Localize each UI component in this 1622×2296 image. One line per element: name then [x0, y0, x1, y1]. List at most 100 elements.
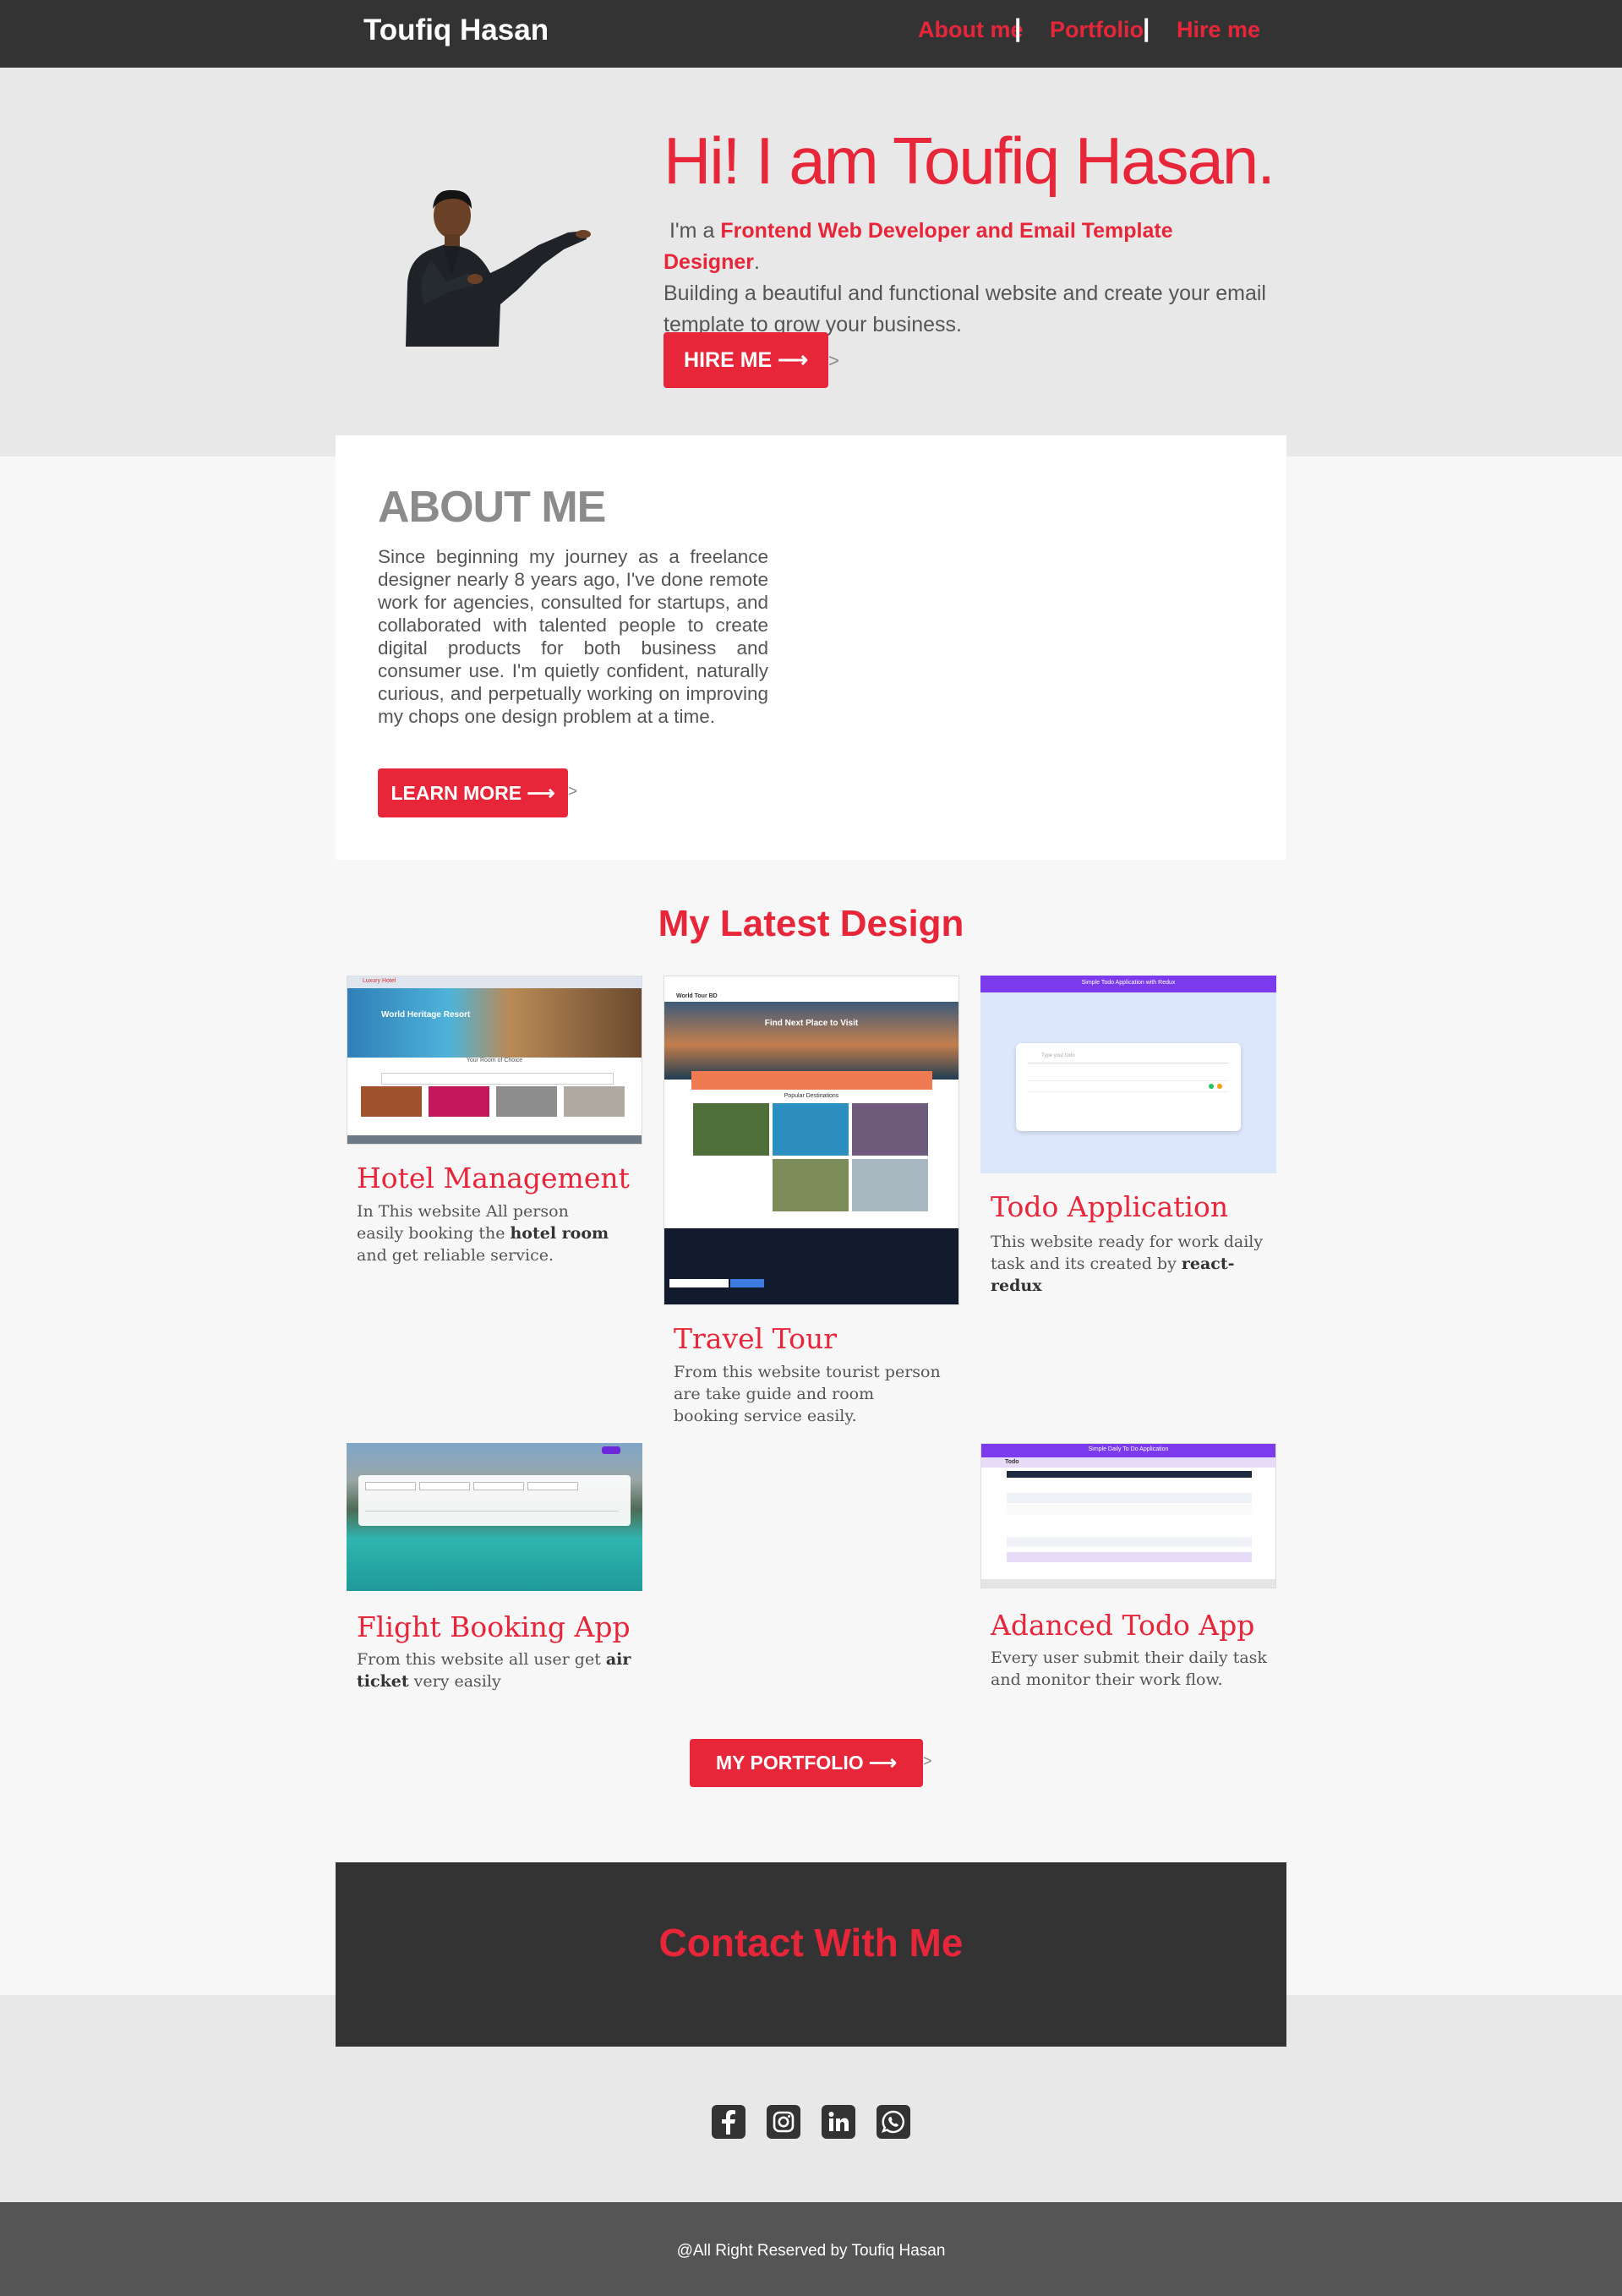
thumb-header-title: Simple Daily To Do Application — [1088, 1446, 1169, 1452]
project-desc: This website ready for work daily task a… — [991, 1231, 1274, 1297]
about-text: Since beginning my journey as a freelanc… — [378, 546, 768, 727]
button-tail: > — [828, 350, 839, 371]
about-title: ABOUT ME — [378, 483, 606, 532]
desc-bold: hotel room — [510, 1224, 609, 1243]
desc-text: From this website tourist person are tak… — [674, 1363, 941, 1425]
thumb-table-row — [1007, 1493, 1252, 1503]
thumb-room-3 — [496, 1086, 557, 1117]
intro-rest: Building a beautiful and functional webs… — [664, 282, 1266, 336]
thumb-footer — [981, 1579, 1275, 1588]
thumb-footer — [664, 1228, 958, 1304]
contact-section: Contact With Me — [336, 1862, 1286, 2047]
nav-portfolio[interactable]: Portfolio — [1050, 17, 1144, 43]
thumb-login-button — [602, 1446, 620, 1454]
project-desc: From this website tourist person are tak… — [674, 1361, 944, 1427]
thumb-room-4 — [564, 1086, 625, 1117]
linkedin-icon[interactable] — [822, 2105, 855, 2139]
project-desc: In This website All person easily bookin… — [357, 1200, 614, 1266]
my-portfolio-button[interactable]: MY PORTFOLIO ⟶ — [690, 1739, 923, 1787]
project-thumbnail-travel[interactable]: World Tour BD Find Next Place to Visit P… — [664, 976, 959, 1305]
project-title[interactable]: Hotel Management — [357, 1162, 630, 1194]
nav-separator: | — [1014, 14, 1022, 42]
desc-text: very easily — [408, 1672, 501, 1691]
desc-text: and get reliable service. — [357, 1246, 554, 1265]
thumb-select — [473, 1482, 524, 1490]
thumb-table-header — [1007, 1471, 1252, 1478]
thumb-subnav — [981, 1457, 1275, 1468]
project-title[interactable]: Travel Tour — [674, 1322, 837, 1355]
project-desc: Every user submit their daily task and m… — [991, 1647, 1278, 1691]
brand-logo[interactable]: Toufiq Hasan — [363, 14, 549, 47]
project-thumbnail-flight[interactable] — [347, 1443, 642, 1591]
thumb-search — [381, 1073, 614, 1085]
facebook-glyph — [722, 2110, 735, 2135]
whatsapp-icon[interactable] — [877, 2105, 910, 2139]
thumb-newsletter-button — [730, 1279, 764, 1287]
hire-me-button[interactable]: HIRE ME ⟶ — [664, 332, 828, 388]
nav-about-me[interactable]: About me — [918, 17, 1024, 43]
thumb-brand: Todo — [1005, 1459, 1019, 1465]
navbar: Toufiq Hasan About me | Portfolio | Hire… — [0, 0, 1622, 68]
thumb-header-title: Simple Todo Application with Redux — [1081, 980, 1176, 986]
nav-separator: | — [1143, 14, 1150, 42]
thumb-brand: World Tour BD — [676, 993, 718, 999]
thumb-feature-bar — [691, 1071, 932, 1090]
project-title[interactable]: Todo Application — [991, 1190, 1228, 1223]
thumb-newsletter-input — [669, 1279, 729, 1287]
copyright-text: @All Right Reserved by Toufiq Hasan — [676, 2242, 946, 2260]
intro-suffix: . — [753, 250, 760, 274]
project-thumbnail-advanced-todo[interactable]: Simple Daily To Do Application Todo — [980, 1443, 1276, 1588]
thumb-hero-image — [664, 1002, 958, 1080]
thumb-destination-1 — [693, 1103, 769, 1156]
thumb-status-dot — [1209, 1084, 1214, 1089]
instagram-icon[interactable] — [767, 2105, 800, 2139]
thumb-room-2 — [429, 1086, 489, 1117]
contact-title: Contact With Me — [658, 1921, 964, 1965]
intro-role: Frontend Web Developer and Email Templat… — [664, 219, 1173, 274]
project-title[interactable]: Flight Booking App — [357, 1610, 631, 1643]
thumb-table-footer — [1007, 1552, 1252, 1562]
project-thumbnail-hotel[interactable]: Luxury Hotel World Heritage Resort Your … — [347, 976, 642, 1145]
thumb-table-divider — [365, 1511, 619, 1512]
thumb-destination-2 — [773, 1103, 849, 1156]
thumb-hero-title: World Heritage Resort — [381, 1010, 471, 1020]
learn-more-button[interactable]: LEARN MORE ⟶ — [378, 768, 568, 817]
thumb-status-dot — [1217, 1084, 1222, 1089]
thumb-destination-5 — [852, 1159, 928, 1211]
facebook-icon[interactable] — [712, 2105, 745, 2139]
thumb-select — [419, 1482, 470, 1490]
thumb-select — [527, 1482, 578, 1490]
desc-text: From this website all user get — [357, 1650, 606, 1669]
instagram-glyph — [773, 2111, 795, 2133]
thumb-destination-3 — [852, 1103, 928, 1156]
intro-prefix: I'm a — [669, 219, 715, 243]
thumb-destination-4 — [773, 1159, 849, 1211]
linkedin-glyph — [828, 2112, 849, 2131]
thumb-room-1 — [361, 1086, 422, 1117]
about-section: ABOUT ME Since beginning my journey as a… — [336, 435, 1286, 860]
thumb-table-row — [1007, 1505, 1252, 1515]
hero-intro: I'm a Frontend Web Developer and Email T… — [664, 216, 1272, 341]
whatsapp-glyph — [881, 2110, 904, 2134]
thumb-row-divider — [1028, 1080, 1229, 1081]
thumb-brand: Luxury Hotel — [363, 978, 396, 984]
thumb-todo-placeholder: Type your todo — [1041, 1053, 1075, 1058]
thumb-footer — [347, 1135, 642, 1144]
thumb-row-divider — [1028, 1091, 1229, 1092]
project-thumbnail-todo[interactable]: Simple Todo Application with Redux Type … — [980, 976, 1276, 1173]
thumb-hero-image — [347, 988, 642, 1058]
button-tail: > — [923, 1752, 932, 1769]
profile-photo — [406, 189, 591, 347]
thumb-hero-title: Find Next Place to Visit — [764, 1019, 859, 1028]
portfolio-title: My Latest Design — [658, 903, 964, 944]
footer: @All Right Reserved by Toufiq Hasan — [0, 2202, 1622, 2296]
button-tail: > — [568, 783, 578, 801]
thumb-section-title: Your Room of Choice — [466, 1058, 523, 1063]
desc-text: Every user submit their daily task and m… — [991, 1648, 1267, 1689]
thumb-table-row — [1007, 1537, 1252, 1547]
project-desc: From this website all user get air ticke… — [357, 1648, 640, 1692]
nav-hire-me[interactable]: Hire me — [1177, 17, 1260, 43]
hero-title: Hi! I am Toufiq Hasan. — [664, 123, 1275, 198]
project-title[interactable]: Adanced Todo App — [991, 1609, 1254, 1642]
thumb-section-title: Popular Destinations — [784, 1093, 839, 1099]
